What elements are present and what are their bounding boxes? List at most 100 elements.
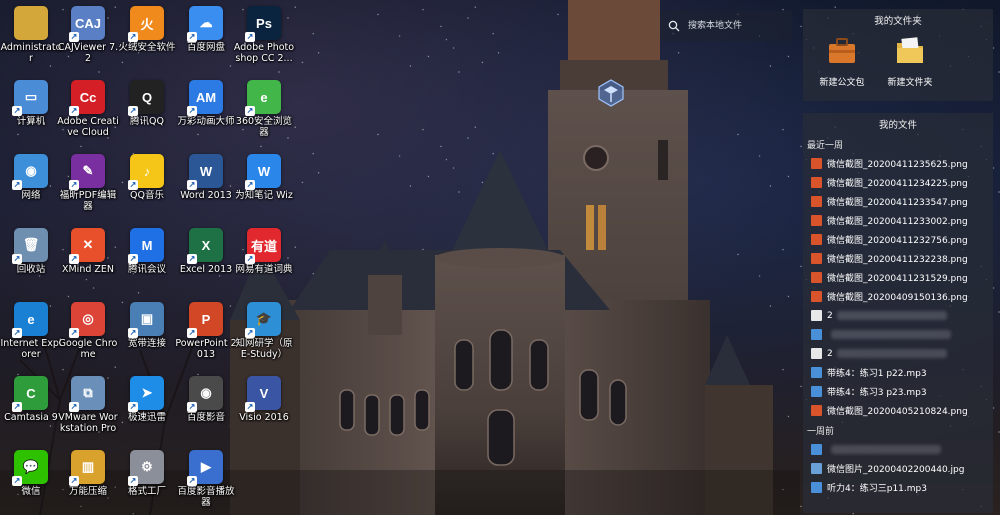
desktop-shortcut[interactable]: Ps ↗ Adobe Photoshop CC 2...	[233, 6, 295, 64]
desktop-shortcut[interactable]: 💬 ↗ 微信	[0, 450, 62, 497]
desktop-shortcut-label: 百度网盘	[186, 42, 225, 53]
desktop-shortcut[interactable]: C ↗ Camtasia 9	[0, 376, 62, 423]
desktop-shortcut-label: 网络	[21, 190, 41, 201]
desktop-shortcut[interactable]: AM ↗ 万彩动画大师	[175, 80, 237, 127]
desktop-shortcut[interactable]: ▭ ↗ 计算机	[0, 80, 62, 127]
desktop-shortcut[interactable]: ⧉ ↗ VMware Workstation Pro	[57, 376, 119, 434]
desktop-shortcut[interactable]: ◉ ↗ 百度影音	[175, 376, 237, 423]
file-row[interactable]: 2	[803, 344, 993, 363]
desktop-shortcut[interactable]: 火 ↗ 火绒安全软件	[116, 6, 178, 53]
desktop-shortcut[interactable]: ✕ ↗ XMind ZEN	[57, 228, 119, 275]
file-name: 听力4：练习三p11.mp3	[827, 484, 927, 494]
shortcut-arrow-icon: ↗	[69, 402, 79, 412]
file-row[interactable]: 微信截图_20200411232756.png	[803, 230, 993, 249]
desktop-shortcut-label: Google Chrome	[58, 338, 118, 360]
desktop-shortcut[interactable]: ▥ ↗ 万能压缩	[57, 450, 119, 497]
shortcut-arrow-icon: ↗	[69, 476, 79, 486]
desktop-shortcut[interactable]: ⚙ ↗ 格式工厂	[116, 450, 178, 497]
desktop-shortcut-label: 计算机	[16, 116, 46, 127]
shortcut-arrow-icon: ↗	[69, 328, 79, 338]
shortcut-arrow-icon: ↗	[187, 254, 197, 264]
file-row[interactable]	[803, 325, 993, 344]
desktop-shortcut[interactable]: ▣ ↗ 宽带连接	[116, 302, 178, 349]
desktop-shortcut[interactable]: W ↗ 为知笔记 Wiz	[233, 154, 295, 201]
desktop-shortcut[interactable]: 有道 ↗ 网易有道词典	[233, 228, 295, 275]
desktop-shortcut[interactable]: CAJ ↗ CAJViewer 7.2	[57, 6, 119, 64]
desktop-shortcut[interactable]: X ↗ Excel 2013	[175, 228, 237, 275]
file-row[interactable]: 带练4：练习1 p22.mp3	[803, 363, 993, 382]
file-row[interactable]: 微信截图_20200411232238.png	[803, 249, 993, 268]
desktop-shortcut-label: 宽带连接	[127, 338, 166, 349]
cajviewer-icon: CAJ ↗	[69, 6, 105, 42]
file-row[interactable]: 微信截图_20200411233547.png	[803, 192, 993, 211]
file-row[interactable]: 带练4：练习3 p23.mp3	[803, 382, 993, 401]
desktop-shortcut-label: 极速迅雷	[127, 412, 166, 423]
desktop-shortcut-label: 万彩动画大师	[177, 116, 235, 127]
shortcut-arrow-icon: ↗	[69, 254, 79, 264]
local-file-search[interactable]	[660, 11, 792, 41]
desktop-shortcut-label: 万能压缩	[68, 486, 107, 497]
file-row[interactable]: 微信截图_20200405210824.png	[803, 401, 993, 420]
new-folder-item[interactable]: 新建文件夹	[879, 34, 941, 88]
baidu-netdisk-icon: ☁ ↗	[187, 6, 223, 42]
desktop-shortcut[interactable]: Cc ↗ Adobe Creative Cloud	[57, 80, 119, 138]
qq-music-icon: ♪ ↗	[128, 154, 164, 190]
desktop-shortcut[interactable]: 🗑 ↗ 回收站	[0, 228, 62, 275]
desktop-shortcut[interactable]: ☁ ↗ 百度网盘	[175, 6, 237, 53]
desktop-shortcut[interactable]: ▶ ↗ 百度影音播放器	[175, 450, 237, 508]
baidu-player-icon: ◉ ↗	[187, 376, 223, 412]
file-row[interactable]	[803, 440, 993, 459]
desktop-shortcut-label: PowerPoint 2013	[175, 338, 237, 360]
file-row[interactable]: 微信图片_20200402200440.jpg	[803, 459, 993, 478]
desktop-shortcut-label: VMware Workstation Pro	[58, 412, 118, 434]
redacted-filename	[831, 445, 941, 454]
file-row[interactable]: 微信截图_20200411233002.png	[803, 211, 993, 230]
search-input[interactable]	[686, 20, 790, 32]
file-row[interactable]: 微信截图_20200411235625.png	[803, 154, 993, 173]
file-row[interactable]: 听力4：练习三p11.mp3	[803, 478, 993, 497]
desktop-shortcut[interactable]: P ↗ PowerPoint 2013	[175, 302, 237, 360]
youdao-dict-icon: 有道 ↗	[245, 228, 281, 264]
new-briefcase-item[interactable]: 新建公文包	[811, 34, 873, 88]
file-name: 带练4：练习3 p23.mp3	[827, 388, 927, 398]
file-group-header: 一周前	[807, 427, 835, 437]
floating-widget-icon[interactable]	[596, 78, 626, 108]
desktop-shortcut-label: CAJViewer 7.2	[57, 42, 119, 64]
chrome-icon: ◎ ↗	[69, 302, 105, 338]
file-name: 2	[827, 310, 833, 321]
new-briefcase-label: 新建公文包	[819, 78, 865, 88]
desktop-shortcut[interactable]: ◉ ↗ 网络	[0, 154, 62, 201]
file-name: 微信截图_20200411233547.png	[827, 198, 968, 208]
file-row[interactable]: 2	[803, 306, 993, 325]
desktop-shortcut[interactable]: M ↗ 腾讯会议	[116, 228, 178, 275]
desktop-shortcut-label: 百度影音	[186, 412, 225, 423]
desktop-shortcut-label: Word 2013	[180, 190, 232, 201]
desktop-shortcut[interactable]: e ↗ Internet Explorer	[0, 302, 62, 360]
desktop-shortcut[interactable]: 🎓 ↗ 知网研学（原E-Study）	[233, 302, 295, 360]
desktop-shortcut[interactable]: Administrator	[0, 6, 62, 64]
shortcut-arrow-icon: ↗	[12, 254, 22, 264]
file-row[interactable]: 微信截图_20200409150136.png	[803, 287, 993, 306]
desktop-shortcut[interactable]: Q ↗ 腾讯QQ	[116, 80, 178, 127]
xunlei-icon: ➤ ↗	[128, 376, 164, 412]
desktop-shortcut[interactable]: ♪ ↗ QQ音乐	[116, 154, 178, 201]
desktop-shortcut[interactable]: e ↗ 360安全浏览器	[233, 80, 295, 138]
file-name: 微信截图_20200411234225.png	[827, 179, 968, 189]
file-row[interactable]: 微信截图_20200411234225.png	[803, 173, 993, 192]
file-row[interactable]: 微信截图_20200411231529.png	[803, 268, 993, 287]
desktop-shortcut[interactable]: V ↗ Visio 2016	[233, 376, 295, 423]
shortcut-arrow-icon: ↗	[128, 32, 138, 42]
desktop-shortcut[interactable]: ➤ ↗ 极速迅雷	[116, 376, 178, 423]
network-icon: ◉ ↗	[12, 154, 48, 190]
desktop-shortcut[interactable]: ✎ ↗ 福昕PDF编辑器	[57, 154, 119, 212]
excel-icon: X ↗	[187, 228, 223, 264]
redacted-filename	[836, 311, 947, 320]
png-icon	[811, 215, 822, 226]
shortcut-arrow-icon: ↗	[187, 32, 197, 42]
shortcut-arrow-icon: ↗	[69, 180, 79, 190]
shortcut-arrow-icon: ↗	[128, 180, 138, 190]
xmind-icon: ✕ ↗	[69, 228, 105, 264]
desktop-shortcut[interactable]: ◎ ↗ Google Chrome	[57, 302, 119, 360]
desktop-shortcut[interactable]: W ↗ Word 2013	[175, 154, 237, 201]
file-name: 微信截图_20200411232238.png	[827, 255, 968, 265]
